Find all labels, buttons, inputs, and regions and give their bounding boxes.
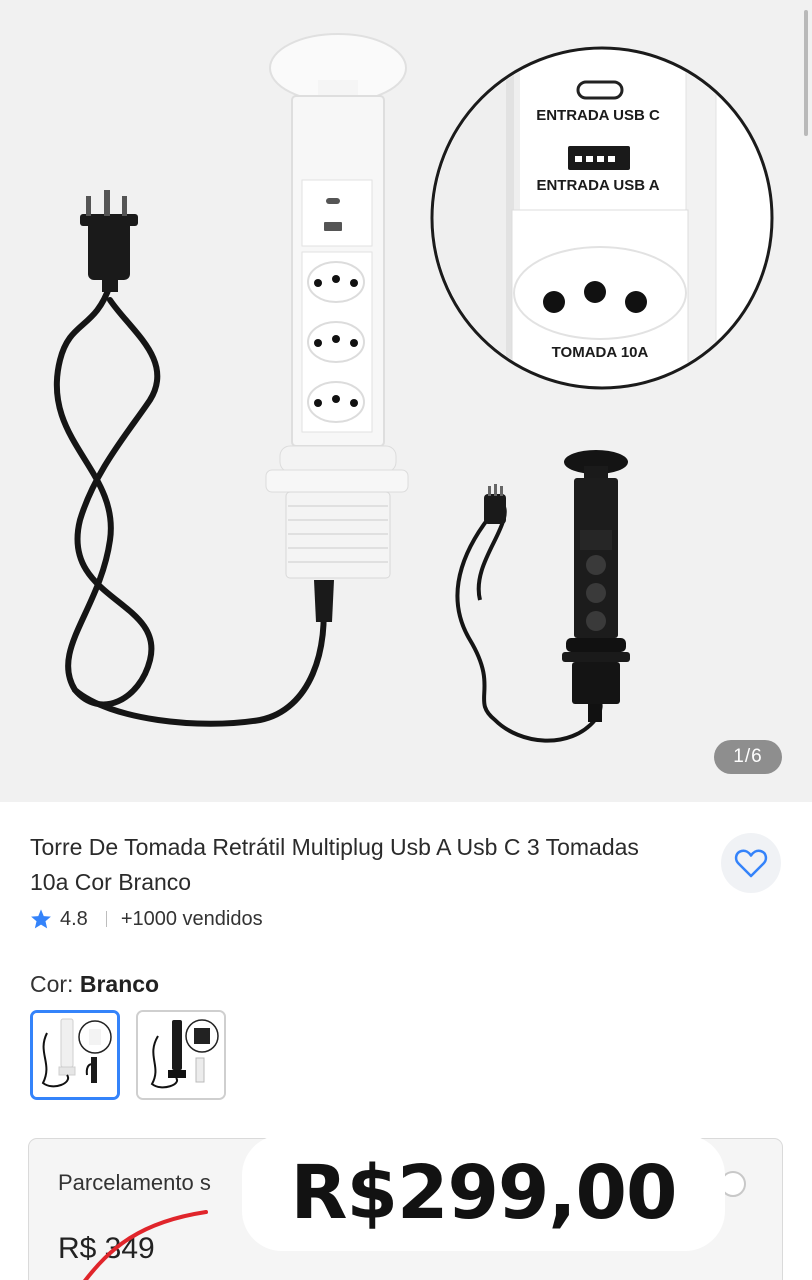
outlet-label: TOMADA 10A	[552, 344, 649, 361]
price-strike-mark	[83, 1210, 208, 1280]
white-tower	[265, 33, 409, 622]
product-photo: ENTRADA USB C ENTRADA USB A TOMADA 10A	[53, 33, 774, 743]
product-image-gallery[interactable]: ENTRADA USB C ENTRADA USB A TOMADA 10A 1…	[0, 0, 812, 802]
plug	[80, 190, 138, 292]
product-title: Torre De Tomada Retrátil Multiplug Usb A…	[30, 834, 639, 895]
variant-selected-value: Branco	[79, 971, 160, 997]
promo-price: R$299,00	[290, 1150, 677, 1236]
white-variant-thumbnail	[33, 1013, 117, 1097]
usb-c-label: ENTRADA USB C	[536, 107, 660, 124]
rating-row[interactable]: 4.8 +1000 vendidos	[30, 904, 263, 934]
black-tower	[455, 450, 630, 743]
sold-count: +1000 vendidos	[120, 907, 263, 930]
rating-value: 4.8	[60, 907, 88, 930]
heart-icon	[734, 849, 768, 878]
variant-label-text: Cor:	[30, 971, 74, 997]
star-icon	[31, 909, 51, 929]
feature-callout: ENTRADA USB C ENTRADA USB A TOMADA 10A	[430, 46, 774, 390]
black-variant-thumbnail	[138, 1012, 224, 1098]
variant-swatch-branco[interactable]	[30, 1010, 120, 1100]
promo-price-badge: R$299,00	[242, 1135, 725, 1251]
variant-label: Cor: Branco	[30, 971, 159, 998]
scrollbar-thumb[interactable]	[804, 10, 808, 136]
divider	[105, 911, 107, 927]
favorite-button[interactable]	[721, 833, 781, 893]
white-tower-cable	[53, 282, 327, 727]
image-pager: 1/6	[714, 740, 782, 774]
variant-swatch-preto[interactable]	[136, 1010, 226, 1100]
usb-a-label: ENTRADA USB A	[536, 177, 659, 194]
installment-label: Parcelamento s	[58, 1170, 211, 1195]
